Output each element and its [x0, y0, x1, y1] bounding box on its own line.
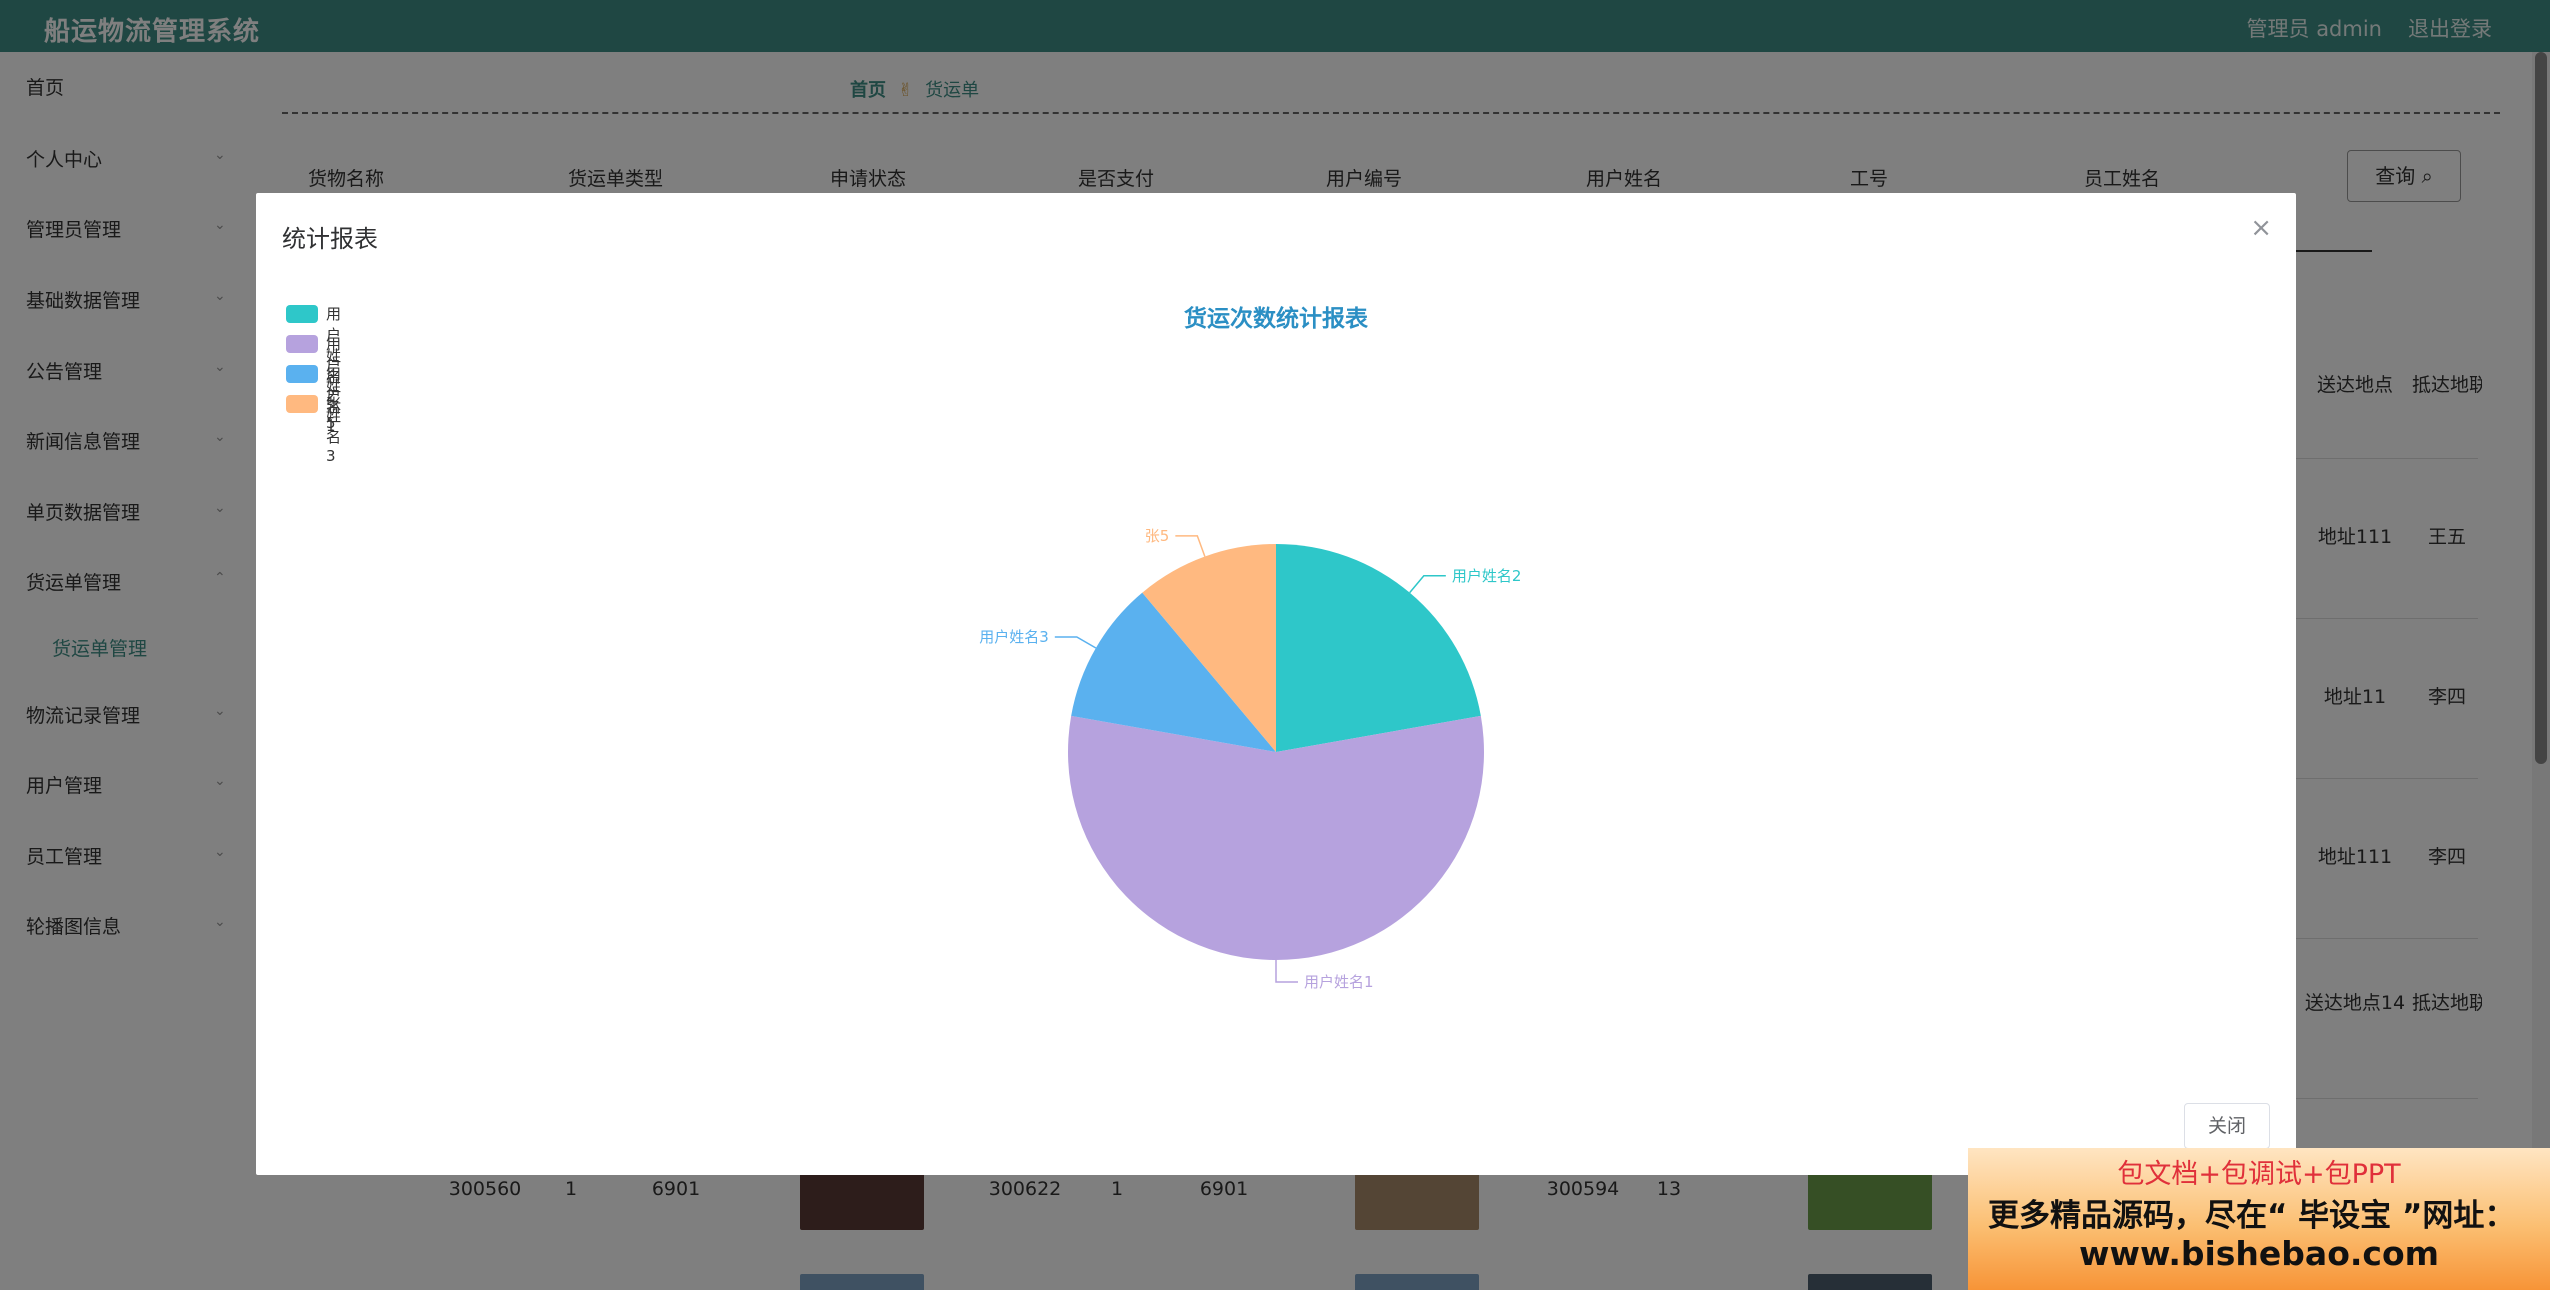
pie-label-line — [1054, 636, 1097, 649]
pie-slice[interactable] — [1276, 544, 1481, 752]
pie-label-line — [1175, 535, 1206, 557]
ad-line-2: 更多精品源码，尽在“ 毕设宝 ”网址： — [1988, 1198, 2516, 1234]
statistics-dialog: 统计报表 × 货运次数统计报表 用户姓名2 用户姓名1 用户姓名3 张5 用户姓… — [256, 193, 2296, 1175]
pie-slice[interactable] — [1068, 715, 1484, 961]
ad-url: www.bishebao.com — [2078, 1234, 2440, 1273]
pie-slice-label: 张5 — [1145, 527, 1170, 545]
ad-line-1: 包文档+包调试+包PPT — [2117, 1159, 2401, 1190]
pie-chart: 用户姓名2 用户姓名1 用户姓名3 张5 — [979, 527, 1522, 991]
close-button[interactable]: 关闭 — [2184, 1103, 2270, 1149]
pie-label-line — [1275, 960, 1298, 983]
ad-banner[interactable]: 包文档+包调试+包PPT 更多精品源码，尽在“ 毕设宝 ”网址： www.bis… — [1968, 1148, 2550, 1290]
pie-label-line — [1409, 575, 1446, 594]
pie-slice-label: 用户姓名2 — [1452, 567, 1522, 585]
pie-slice-label: 用户姓名1 — [1304, 973, 1374, 991]
pie-slice-label: 用户姓名3 — [979, 628, 1049, 646]
